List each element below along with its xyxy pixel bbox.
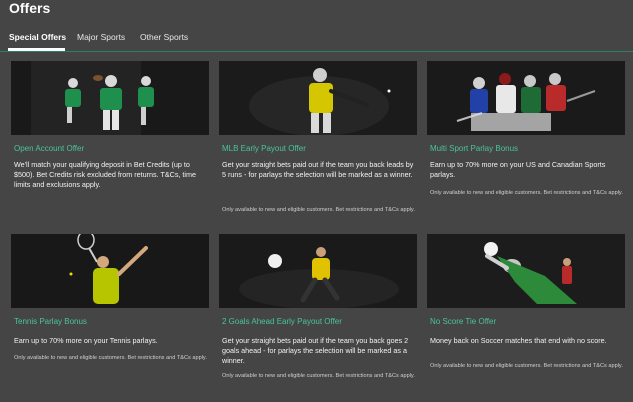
offer-title[interactable]: Tennis Parlay Bonus xyxy=(14,317,209,327)
offer-card-no-score-tie: No Score Tie Offer Money back on Soccer … xyxy=(427,234,625,402)
offers-tabs: Special Offers Major Sports Other Sports xyxy=(0,29,633,52)
offer-title[interactable]: 2 Goals Ahead Early Payout Offer xyxy=(222,317,417,327)
offer-title[interactable]: Open Account Offer xyxy=(14,144,209,154)
offer-description: Money back on Soccer matches that end wi… xyxy=(430,336,607,345)
offer-card-open-account: Open Account Offer We'll match your qual… xyxy=(11,61,209,229)
offer-terms-note: Only available to new and eligible custo… xyxy=(430,190,623,196)
offer-terms-note: Only available to new and eligible custo… xyxy=(222,207,415,213)
offer-title[interactable]: Multi Sport Parlay Bonus xyxy=(430,144,625,154)
offer-card-tennis-parlay: Tennis Parlay Bonus Earn up to 70% more … xyxy=(11,234,209,402)
soccer-player-kicking-image[interactable] xyxy=(219,234,417,308)
offer-terms-note: Only available to new and eligible custo… xyxy=(430,363,623,369)
offer-description: Get your straight bets paid out if the t… xyxy=(222,160,414,179)
offer-description: Get your straight bets paid out if the t… xyxy=(222,336,409,365)
offer-title[interactable]: MLB Early Payout Offer xyxy=(222,144,417,154)
tab-special-offers[interactable]: Special Offers xyxy=(9,32,66,42)
page-title: Offers xyxy=(9,0,51,16)
offer-description: Earn up to 70% more on your US and Canad… xyxy=(430,160,606,179)
multi-sport-athletes-image[interactable] xyxy=(427,61,625,135)
active-tab-indicator xyxy=(8,48,65,51)
offer-title[interactable]: No Score Tie Offer xyxy=(430,317,625,327)
offer-card-mlb-early-payout: MLB Early Payout Offer Get your straight… xyxy=(219,61,417,229)
tab-other-sports[interactable]: Other Sports xyxy=(140,32,188,42)
goalkeeper-diving-image[interactable] xyxy=(427,234,625,308)
tab-major-sports[interactable]: Major Sports xyxy=(77,32,125,42)
tennis-player-image[interactable] xyxy=(11,234,209,308)
offer-card-two-goals-ahead: 2 Goals Ahead Early Payout Offer Get you… xyxy=(219,234,417,402)
offer-terms-note: Only available to new and eligible custo… xyxy=(14,355,207,361)
baseball-batter-image[interactable] xyxy=(219,61,417,135)
offer-description: Earn up to 70% more on your Tennis parla… xyxy=(14,336,158,345)
offer-terms-note: Only available to new and eligible custo… xyxy=(222,373,415,379)
offer-description: We'll match your qualifying deposit in B… xyxy=(14,160,197,189)
american-football-players-image[interactable] xyxy=(11,61,209,135)
offer-card-multi-sport-parlay: Multi Sport Parlay Bonus Earn up to 70% … xyxy=(427,61,625,229)
